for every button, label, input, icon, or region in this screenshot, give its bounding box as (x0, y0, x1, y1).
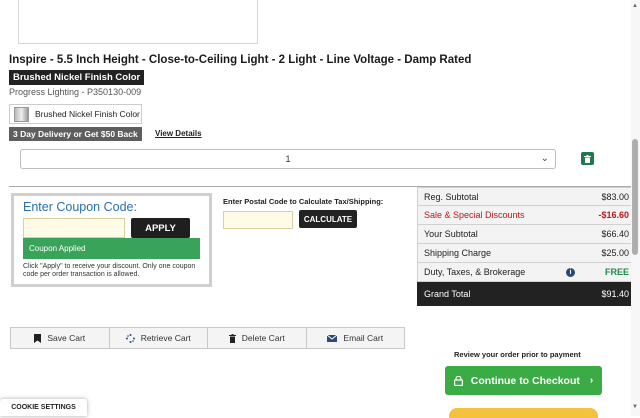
cart-actions: Save Cart Retrieve Cart Delete Cart Emai… (10, 327, 405, 349)
save-cart-button[interactable]: Save Cart (10, 327, 110, 349)
scroll-up-arrow[interactable]: ▲ (632, 3, 638, 9)
spinner-icon (125, 333, 135, 343)
shipping-value: $25.00 (601, 248, 629, 258)
chevron-down-icon: ⌄ (540, 153, 549, 164)
calculate-button[interactable]: CALCULATE (299, 210, 357, 228)
coupon-applied-message: Coupon Applied (23, 238, 200, 259)
coupon-code-input[interactable] (23, 218, 125, 238)
lock-icon (453, 375, 463, 386)
your-subtotal-label: Your Subtotal (424, 229, 478, 239)
retrieve-cart-label: Retrieve Cart (140, 333, 191, 343)
email-cart-button[interactable]: Email Cart (305, 327, 405, 349)
coupon-note: Click "Apply" to receive your discount. … (23, 263, 196, 278)
paypal-button[interactable] (449, 408, 598, 418)
swatch-label: Brushed Nickel Finish Color (35, 109, 140, 119)
discount-row: Sale & Special Discounts -$16.60 (417, 206, 636, 225)
continue-to-checkout-button[interactable]: Continue to Checkout › (445, 366, 602, 395)
scrollbar-thumb[interactable] (632, 139, 638, 255)
review-order-note: Review your order prior to payment (454, 350, 581, 359)
remove-item-button[interactable] (581, 152, 594, 165)
retrieve-cart-button[interactable]: Retrieve Cart (108, 327, 208, 349)
quantity-select[interactable]: 1 ⌄ (20, 149, 556, 169)
product-title[interactable]: Inspire - 5.5 Inch Height - Close-to-Cei… (9, 54, 471, 66)
delivery-badge: 3 Day Delivery or Get $50 Back (9, 127, 142, 141)
product-image-frame (18, 0, 258, 44)
delete-cart-button[interactable]: Delete Cart (207, 327, 307, 349)
discount-value: -$16.60 (598, 210, 629, 220)
reg-subtotal-row: Reg. Subtotal $83.00 (417, 187, 636, 206)
postal-code-label: Enter Postal Code to Calculate Tax/Shipp… (223, 197, 384, 206)
shipping-label: Shipping Charge (424, 248, 492, 258)
grand-total-label: Grand Total (424, 288, 471, 299)
trash-icon (228, 333, 236, 343)
duty-value: FREE (604, 267, 629, 277)
checkout-label: Continue to Checkout (470, 374, 580, 387)
scroll-down-arrow[interactable]: ▼ (632, 404, 638, 410)
apply-coupon-button[interactable]: APPLY (131, 218, 190, 238)
reg-subtotal-label: Reg. Subtotal (424, 191, 479, 202)
duty-right: i FREE (565, 267, 629, 277)
postal-code-input[interactable] (223, 211, 293, 229)
order-summary: Reg. Subtotal $83.00 Sale & Special Disc… (417, 187, 636, 306)
duty-row: Duty, Taxes, & Brokerage i FREE (417, 263, 636, 282)
product-sku: Progress Lighting - P350130-009 (9, 87, 142, 97)
reg-subtotal-value: $83.00 (601, 191, 629, 202)
duty-label: Duty, Taxes, & Brokerage (424, 267, 526, 277)
grand-total-value: $91.40 (601, 288, 629, 299)
your-subtotal-row: Your Subtotal $66.40 (417, 225, 636, 244)
cookie-settings-button[interactable]: COOKIE SETTINGS (0, 399, 87, 416)
your-subtotal-value: $66.40 (601, 229, 629, 239)
envelope-icon (327, 334, 338, 342)
save-cart-label: Save Cart (47, 333, 86, 343)
delete-cart-label: Delete Cart (241, 333, 285, 343)
email-cart-label: Email Cart (343, 333, 384, 343)
chevron-right-icon: › (589, 375, 594, 386)
discount-label: Sale & Special Discounts (424, 210, 525, 220)
grand-total-row: Grand Total $91.40 (417, 282, 636, 306)
bookmark-icon (34, 333, 42, 343)
finish-swatch[interactable]: Brushed Nickel Finish Color (9, 104, 142, 124)
view-details-link[interactable]: View Details (155, 129, 202, 138)
info-icon[interactable]: i (565, 267, 575, 277)
swatch-thumbnail (14, 106, 29, 122)
coupon-title: Enter Coupon Code: (23, 200, 137, 214)
finish-badge: Brushed Nickel Finish Color (9, 70, 145, 85)
quantity-value: 1 (285, 154, 291, 164)
shipping-row: Shipping Charge $25.00 (417, 244, 636, 263)
trash-icon (584, 154, 591, 163)
